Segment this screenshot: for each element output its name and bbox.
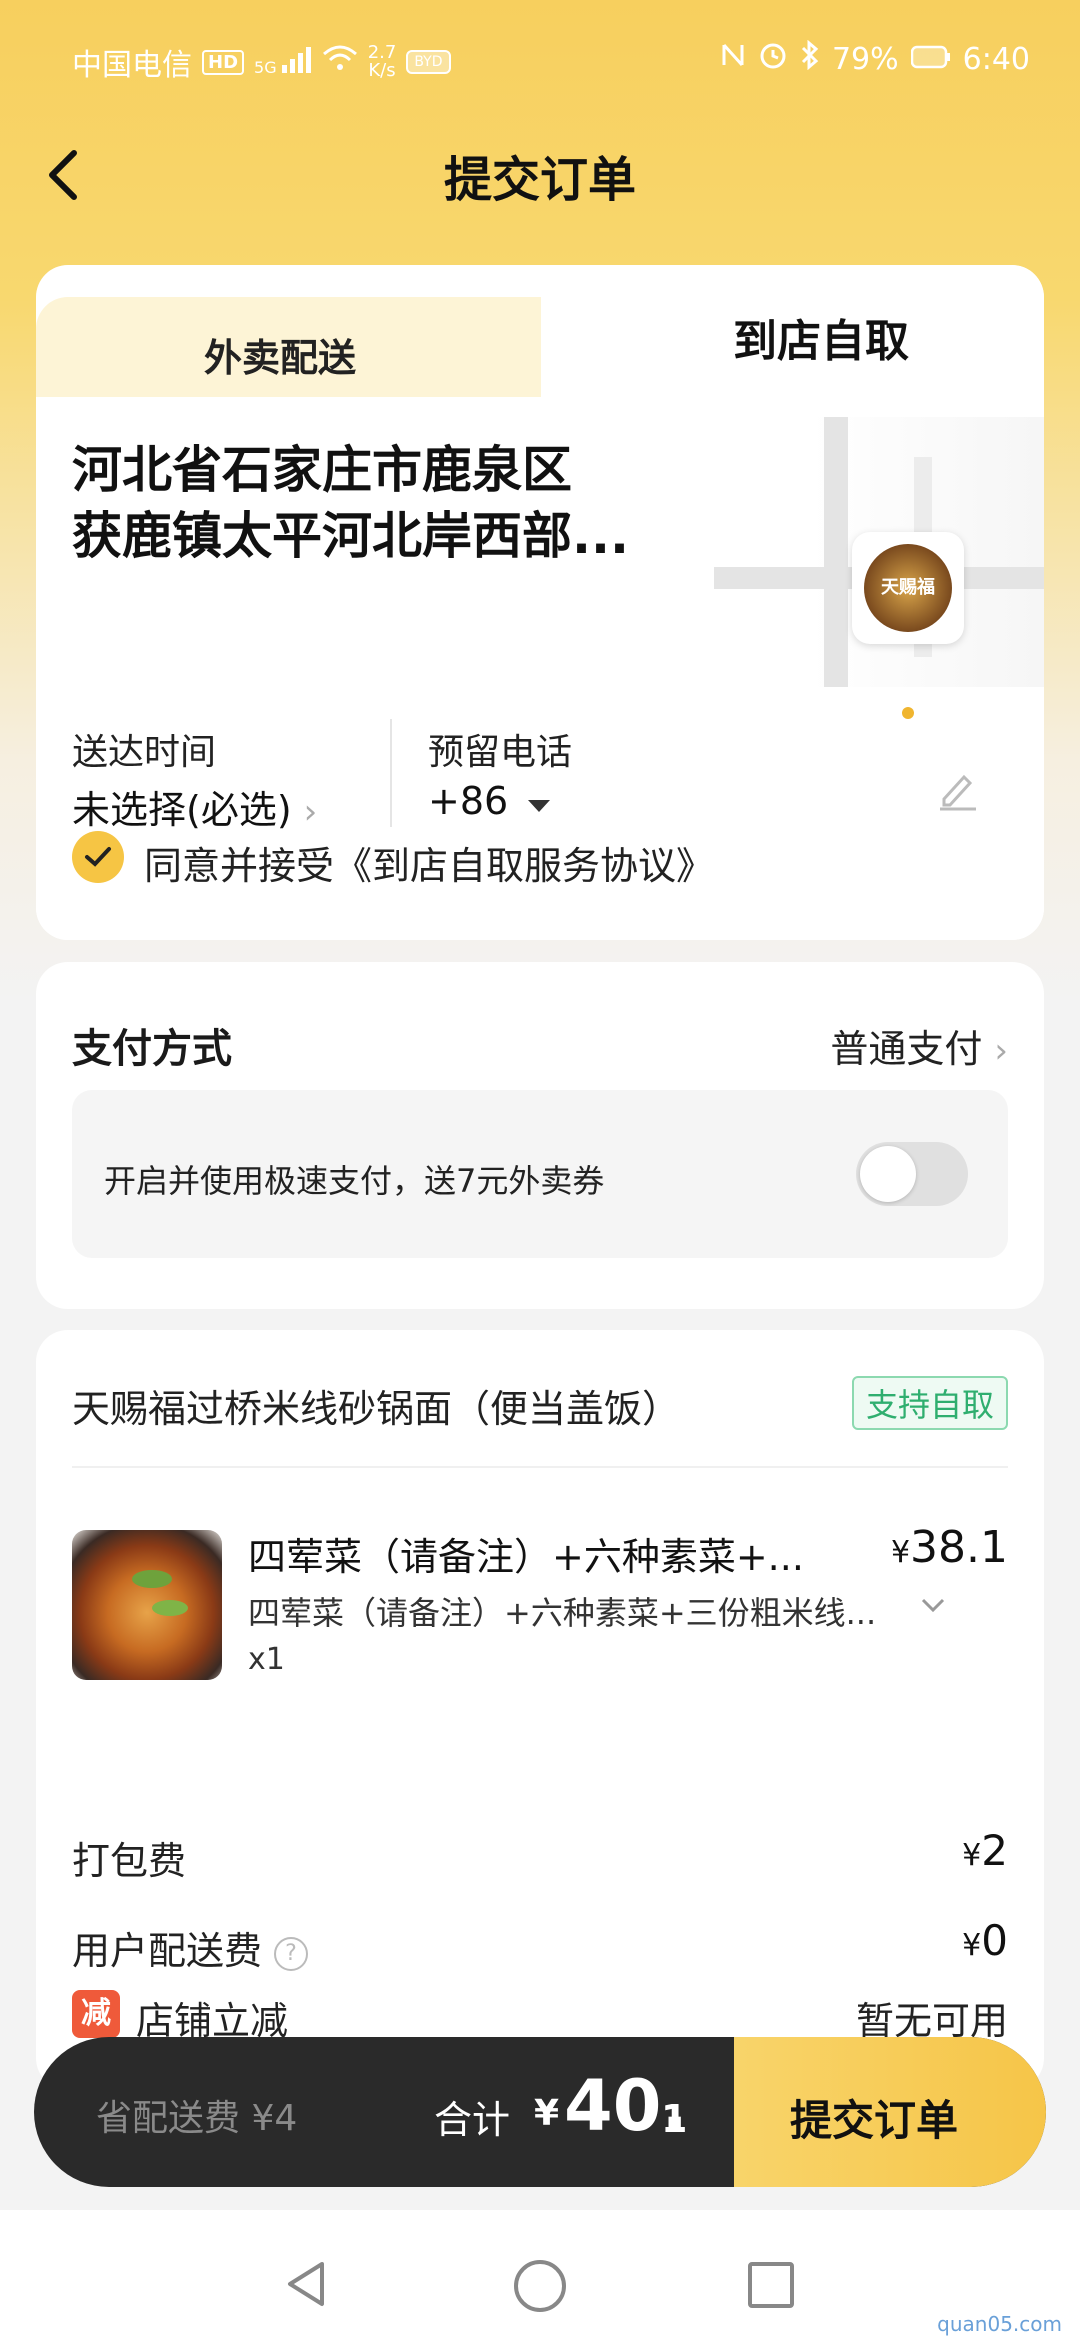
total-amount-dec: 1 [661,2097,688,2141]
store-logo: 天赐福 [864,544,952,632]
signal-icon: 5G [254,47,312,77]
currency-symbol: ¥ [890,1535,911,1570]
question-icon[interactable]: ? [274,1936,309,1971]
store-name[interactable]: 天赐福过桥米线砂锅面（便当盖饭） [72,1378,680,1433]
toggle-knob [860,1146,916,1202]
chevron-down-icon [921,1598,945,1613]
item-description: 四荤菜（请备注）+六种素菜+三份粗米线... [248,1594,877,1632]
delivery-fee-value: ¥0 [962,1916,1008,1965]
system-nav-bar [0,2210,1080,2340]
status-right: 79% 6:40 [720,39,1030,78]
caret-down-icon [528,800,551,812]
triangle-back-icon [288,2262,324,2306]
tab-delivery[interactable]: 外卖配送 [36,297,556,397]
fast-pay-toggle[interactable] [856,1142,968,1206]
food-image [72,1530,222,1680]
item-title: 四荤菜（请备注）+六种素菜+... [248,1535,804,1579]
pickup-support-badge: 支持自取 [851,1376,1008,1430]
fast-pay-box: 开启并使用极速支付，送7元外卖券 [72,1090,1008,1258]
phone-country-code[interactable]: +86 [428,779,552,823]
payment-card: 支付方式 普通支付 › 开启并使用极速支付，送7元外卖券 [36,962,1044,1309]
packing-fee-label: 打包费 [72,1839,187,1883]
pickup-details: 天赐福 河北省石家庄市鹿泉区 获鹿镇太平河北岸西部... 送达时间 未选择(必选… [36,397,1044,940]
pencil-icon [940,774,976,811]
clock-time: 6:40 [962,41,1030,77]
pickup-card: 外卖配送 到店自取 天赐福 河北省石家庄市鹿泉区 获鹿镇太平河北岸西部... 送… [36,265,1044,940]
agreement-checkbox[interactable] [72,831,124,883]
total-currency: ¥ [534,2093,560,2134]
saved-delivery-fee: 省配送费 ¥4 [96,2098,298,2139]
submit-order-button[interactable]: 提交订单 [734,2037,1046,2187]
total-label: 合计 [434,2098,511,2142]
agreement-text[interactable]: 同意并接受《到店自取服务协议》 [144,835,714,890]
map-location-dot [902,707,914,719]
order-card: 天赐福过桥米线砂锅面（便当盖饭） 支持自取 四荤菜（请备注）+六种素菜+... … [36,1330,1044,2090]
checkout-bar: 省配送费 ¥4 合计 ¥ 40. 1 提交订单 [34,2037,1046,2187]
checkmark-icon [85,847,111,867]
item-quantity: x1 [248,1642,285,1677]
payment-method-label: 支付方式 [72,1026,232,1072]
nav-home-button[interactable] [514,2260,566,2312]
delivery-fee-label: 用户配送费 [72,1929,263,1973]
discount-badge-icon: 减 [72,1990,120,2038]
fast-pay-text: 开启并使用极速支付，送7元外卖券 [104,1162,605,1200]
payment-method-selector[interactable]: 普通支付 › [830,1018,1008,1073]
address-line-1: 河北省石家庄市鹿泉区 [72,441,572,499]
delivery-time-label: 送达时间 [72,732,217,773]
packing-fee-value: ¥2 [962,1826,1008,1875]
bluetooth-icon [800,39,820,78]
expand-description-button[interactable] [920,1586,946,1621]
payment-method-value: 普通支付 [830,1027,983,1071]
watermark: quan05.com [937,2312,1062,2336]
address-line-2: 获鹿镇太平河北岸西部... [72,507,629,565]
page-title: 提交订单 [443,152,636,208]
submit-order-label: 提交订单 [790,2096,959,2145]
nav-recents-button[interactable] [748,2262,794,2308]
battery-icon [910,42,951,77]
hd-icon: HD [202,49,245,75]
chevron-right-icon: › [994,1031,1008,1071]
tab-pickup[interactable]: 到店自取 [541,265,1044,397]
tab-pickup-label: 到店自取 [733,316,909,367]
battery-percent: 79% [831,41,899,77]
wifi-icon [322,44,358,80]
nav-back-button[interactable] [284,2260,328,2312]
store-map-pin[interactable]: 天赐福 [852,532,964,644]
delivery-time-selector[interactable]: 未选择(必选) › [72,779,317,834]
alarm-icon [758,40,788,78]
map-road [824,417,848,687]
carrier-name: 中国电信 [72,48,192,83]
tab-delivery-label: 外卖配送 [204,336,357,380]
network-speed: 2.7 K/s [367,42,397,81]
nfc-icon [720,41,746,77]
divider [72,1466,1008,1468]
phone-label: 预留电话 [428,732,573,773]
edit-phone-button[interactable] [934,765,982,813]
delivery-time-value: 未选择(必选) [72,788,292,832]
phone-prefix: +86 [428,779,509,823]
chevron-right-icon: › [303,792,318,832]
status-left: 中国电信 HD 5G 2.7 K/s BYD [72,40,451,84]
divider [390,719,392,827]
item-price: ¥38.1 [890,1522,1008,1573]
store-address: 河北省石家庄市鹿泉区 获鹿镇太平河北岸西部... [72,437,762,569]
delivery-fee-row: 用户配送费? [72,1920,309,1975]
byd-app-icon: BYD [406,50,451,74]
status-bar: 中国电信 HD 5G 2.7 K/s BYD 79% 6:40 [0,0,1080,120]
